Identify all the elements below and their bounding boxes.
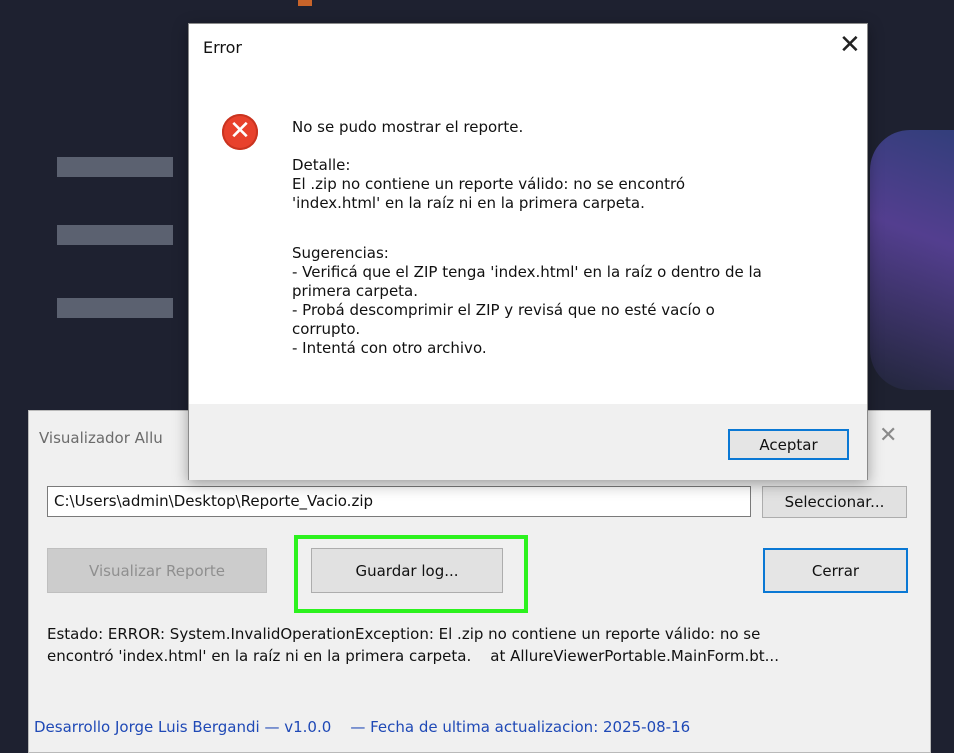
dialog-suggestion-1-line-2: primera carpeta. <box>292 282 419 300</box>
dialog-button-bar: Aceptar <box>189 404 867 480</box>
desktop-bar-3 <box>57 298 173 318</box>
dialog-close-icon[interactable]: ✕ <box>839 30 861 60</box>
close-button[interactable]: Cerrar <box>763 548 908 593</box>
dialog-suggestion-3: - Intentá con otro archivo. <box>292 339 487 357</box>
accept-button[interactable]: Aceptar <box>728 429 849 460</box>
error-dialog: Error ✕ ✕ No se pudo mostrar el reporte.… <box>188 23 868 480</box>
main-window-title: Visualizador Allu <box>39 429 163 447</box>
error-icon: ✕ <box>222 114 258 150</box>
dialog-detail-line-2: 'index.html' en la raíz ni en la primera… <box>292 194 645 212</box>
dialog-suggestion-1-line-1: - Verificá que el ZIP tenga 'index.html'… <box>292 263 762 281</box>
status-text: Estado: ERROR: System.InvalidOperationEx… <box>47 623 917 667</box>
main-window-close-icon[interactable]: ✕ <box>879 425 897 447</box>
dialog-suggestion-2-line-1: - Probá descomprimir el ZIP y revisá que… <box>292 301 715 319</box>
desktop-bar-1 <box>57 157 173 177</box>
select-file-button[interactable]: Seleccionar... <box>762 486 907 518</box>
desktop-bar-2 <box>57 225 173 245</box>
footer-credits: Desarrollo Jorge Luis Bergandi — v1.0.0 … <box>34 718 691 736</box>
zip-path-input[interactable]: C:\Users\admin\Desktop\Reporte_Vacio.zip <box>47 486 751 517</box>
save-log-button[interactable]: Guardar log... <box>311 548 503 593</box>
desktop-top-accent <box>298 0 312 6</box>
dialog-detail-line-1: El .zip no contiene un reporte válido: n… <box>292 175 686 193</box>
status-line-2: encontró 'index.html' en la raíz ni en l… <box>47 647 779 665</box>
dialog-detail-label: Detalle: <box>292 156 351 174</box>
desktop-accent-shape <box>870 130 954 390</box>
dialog-title: Error <box>203 38 242 57</box>
dialog-suggestions-label: Sugerencias: <box>292 244 389 262</box>
status-line-1: Estado: ERROR: System.InvalidOperationEx… <box>47 625 761 643</box>
dialog-headline: No se pudo mostrar el reporte. <box>292 118 524 136</box>
dialog-suggestion-2-line-2: corrupto. <box>292 320 361 338</box>
view-report-button[interactable]: Visualizar Reporte <box>47 548 267 593</box>
